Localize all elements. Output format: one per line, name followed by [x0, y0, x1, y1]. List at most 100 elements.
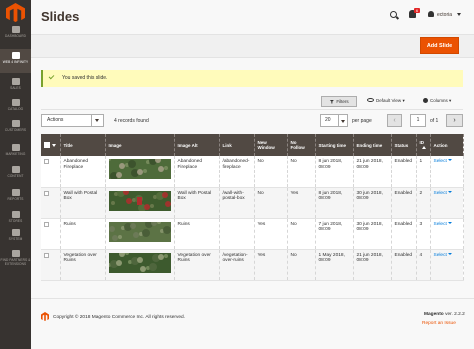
page-total: of 1: [430, 118, 439, 124]
cell-action[interactable]: Select: [430, 218, 464, 250]
filter-icon: [329, 99, 335, 104]
cell-image: [105, 156, 175, 188]
row-action-select[interactable]: Select: [434, 253, 447, 258]
sidebar-item-dashboard[interactable]: DASHBOARD: [0, 23, 31, 45]
page-actions-bar: [31, 34, 474, 58]
mass-select-checkbox[interactable]: [44, 142, 50, 148]
sidebar-item-label: CONTENT: [7, 174, 24, 178]
cell-id: 1: [416, 156, 431, 188]
user-menu[interactable]: ectoria: [437, 12, 452, 18]
row-checkbox[interactable]: [44, 190, 49, 196]
view-switcher[interactable]: Default View ▾: [367, 98, 405, 104]
sidebar-item-marketing[interactable]: MARKETING: [0, 141, 31, 161]
checkmark-icon: [48, 73, 55, 80]
row-checkbox[interactable]: [44, 221, 49, 227]
column-header-ending-time[interactable]: Ending time: [353, 134, 392, 156]
cell-status: Enabled: [391, 156, 417, 188]
sidebar-item-sales[interactable]: SALES: [0, 75, 31, 95]
cell-action[interactable]: Select: [430, 156, 464, 188]
magento-logo-icon: [41, 312, 49, 321]
row-select-cell[interactable]: [41, 249, 61, 281]
chevron-down-icon[interactable]: [447, 221, 452, 224]
cell-action[interactable]: Select: [430, 249, 464, 281]
column-header-status[interactable]: Status: [391, 134, 417, 156]
table-header-row: Title Image Image Alt Link New Window No Foll…: [41, 134, 464, 156]
sidebar-item-label: CUSTOMERS: [4, 128, 27, 132]
success-message: You saved this slide.: [41, 70, 463, 87]
filters-button[interactable]: Filters: [321, 96, 357, 107]
cell-no-follow: No: [287, 156, 316, 188]
column-header-starting-time[interactable]: Starting time: [315, 134, 354, 156]
cell-title: Ruins: [60, 218, 106, 250]
columns-control[interactable]: Columns ▾: [423, 98, 451, 104]
row-action-select[interactable]: Select: [434, 191, 447, 196]
cell-status: Enabled: [391, 218, 417, 250]
chevron-down-icon[interactable]: [447, 190, 452, 193]
cell-title: Wall with Postal Box: [60, 187, 106, 219]
sidebar-item-find-partners-extensions[interactable]: FIND PARTNERS & EXTENSIONS: [0, 247, 31, 275]
row-select-cell[interactable]: [41, 187, 61, 219]
chevron-down-icon[interactable]: [457, 13, 461, 16]
mass-select-header[interactable]: [41, 134, 61, 156]
notification-badge[interactable]: 6: [414, 8, 420, 13]
sidebar-item-content[interactable]: CONTENT: [0, 163, 31, 183]
table-row[interactable]: Wall with Postal Box Wall with Postal Box…: [41, 187, 464, 219]
chevron-down-icon[interactable]: [52, 143, 56, 147]
sidebar-item-web-4-infinity[interactable]: WEB 4 INFINITY: [0, 49, 31, 73]
chevron-down-icon[interactable]: [91, 115, 103, 126]
add-slide-button[interactable]: Add Slide: [420, 37, 459, 54]
cell-image-alt: Vegetation over Ruins: [174, 249, 220, 281]
cell-title: Abandoned Fireplace: [60, 156, 106, 188]
page-number-input[interactable]: 1: [410, 114, 426, 127]
cell-no-follow: Yes: [287, 187, 316, 219]
row-select-cell[interactable]: [41, 218, 61, 250]
version-text: ver. 2.2.2: [445, 312, 465, 317]
column-header-title[interactable]: Title: [60, 134, 106, 156]
brand-name: Magento: [424, 312, 444, 317]
table-row[interactable]: Vegetation over Ruins Vegetation over Rui…: [41, 249, 464, 281]
column-header-label: ID: [419, 140, 425, 145]
table-row[interactable]: Ruins Ruins Yes No 7 jun 2018, 08:09 30 jun 2…: [41, 218, 464, 250]
user-icon[interactable]: [428, 11, 434, 17]
sidebar-item-stores[interactable]: STORES: [0, 208, 31, 226]
column-header-action[interactable]: Action: [430, 134, 464, 156]
sidebar-item-system[interactable]: SYSTEM: [0, 226, 31, 246]
chevron-down-icon[interactable]: [447, 159, 452, 161]
row-checkbox[interactable]: [44, 159, 49, 164]
previous-page-button[interactable]: ‹: [387, 114, 402, 127]
report-issue-link[interactable]: Report an Issue: [422, 321, 456, 326]
layout-icon: [11, 166, 20, 173]
cell-id: 3: [416, 218, 431, 250]
column-header-no-follow[interactable]: No Follow: [287, 134, 316, 156]
cell-id: 2: [416, 187, 431, 219]
column-header-image[interactable]: Image: [105, 134, 175, 156]
row-action-select[interactable]: Select: [434, 222, 447, 227]
magento-logo-icon[interactable]: [6, 3, 25, 22]
cell-action[interactable]: Select: [430, 187, 464, 219]
column-header-new-window[interactable]: New Window: [254, 134, 288, 156]
row-action-select[interactable]: Select: [434, 159, 447, 164]
next-page-button[interactable]: ›: [446, 114, 463, 127]
search-icon[interactable]: [390, 11, 397, 18]
sidebar-item-catalog[interactable]: CATALOG: [0, 96, 31, 116]
sidebar-item-label: MARKETING: [5, 152, 26, 156]
sort-arrow-icon: [421, 146, 426, 149]
column-header-image-alt[interactable]: Image Alt: [174, 134, 220, 156]
per-page-input[interactable]: 20: [320, 114, 339, 127]
per-page-dropdown-button[interactable]: [339, 114, 348, 127]
per-page-label: per page: [352, 118, 372, 124]
chevron-down-icon[interactable]: [447, 252, 452, 255]
table-row[interactable]: Abandoned Fireplace Abandoned Fireplace/a…: [41, 156, 464, 188]
admin-sidebar: DASHBOARD WEB 4 INFINITY SALES CATALOG CUSTO…: [0, 0, 31, 349]
cell-new-window: No: [254, 187, 288, 219]
cell-image-alt: Wall with Postal Box: [174, 187, 220, 219]
sidebar-item-reports[interactable]: REPORTS: [0, 186, 31, 206]
sidebar-item-customers[interactable]: CUSTOMERS: [0, 117, 31, 139]
column-header-link[interactable]: Link: [219, 134, 255, 156]
column-header-label: Starting time: [318, 142, 347, 148]
cell-new-window: No: [254, 156, 288, 188]
row-select-cell[interactable]: [41, 156, 61, 188]
row-checkbox[interactable]: [44, 252, 49, 258]
column-header-id[interactable]: ID: [416, 134, 431, 156]
slide-thumbnail-image: [108, 190, 171, 211]
